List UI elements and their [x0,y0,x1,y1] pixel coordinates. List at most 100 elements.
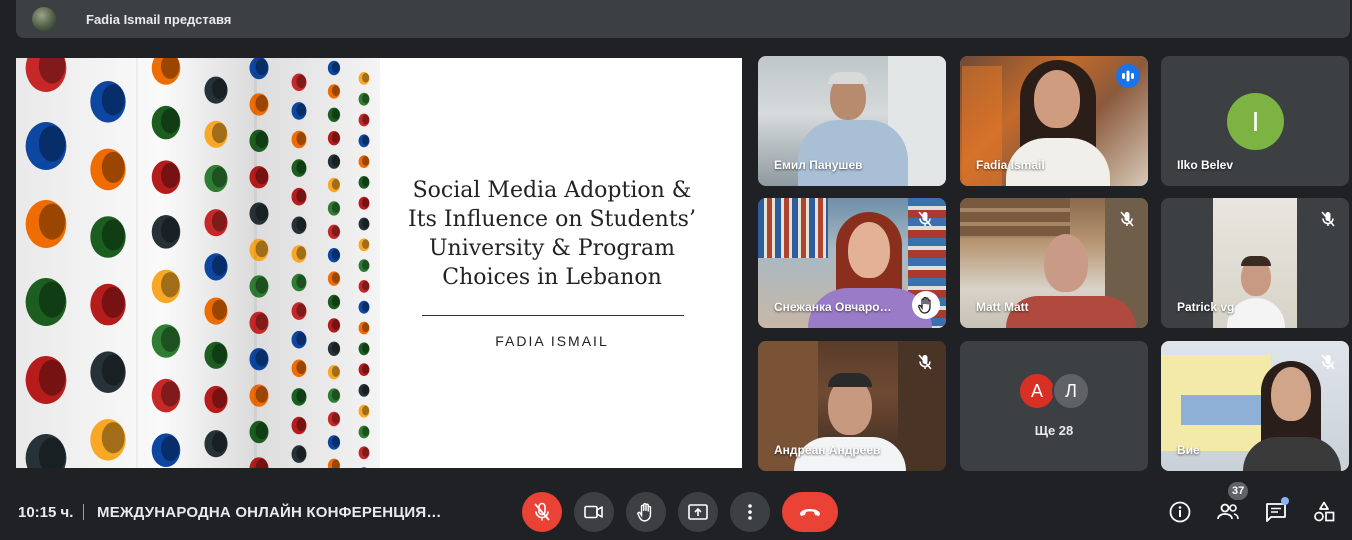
participant-tile[interactable]: I Ilko Belev [1161,56,1349,186]
pattern-hole-shadow [296,389,307,403]
more-participants-count: Ще 28 [1034,423,1074,438]
meeting-controls-bar: 10:15 ч. МЕЖДУНАРОДНА ОНЛАЙН КОНФЕРЕНЦИЯ… [0,482,1352,540]
pattern-hole-shadow [362,405,370,416]
participant-tile-active-speaker[interactable]: Fadia Ismail [960,56,1148,186]
pattern-hole-shadow [255,58,268,76]
camera-icon [584,505,603,519]
pattern-hole-shadow [255,167,268,185]
present-screen-button[interactable] [678,492,718,532]
leave-call-button[interactable] [782,492,838,532]
participant-tile[interactable]: Андреан Андреев [758,341,946,471]
camera-toggle-button[interactable] [574,492,614,532]
pattern-hole-shadow [211,387,227,409]
pattern-hole-shadow [255,276,268,294]
pattern-hole-shadow [211,299,227,320]
pattern-hole-shadow [331,202,340,214]
slide-pattern-image [16,58,380,468]
presenting-text: Fadia Ismail представя [86,11,232,27]
pattern-hole-shadow [255,204,268,221]
pattern-hole-shadow [160,326,180,352]
raise-hand-button[interactable] [626,492,666,532]
colored-holes-pattern [25,58,370,468]
people-button[interactable] [1212,496,1244,528]
pattern-hole-shadow [255,386,268,403]
pattern-hole-shadow [296,103,307,117]
people-count-badge: 37 [1228,482,1249,500]
pattern-hole-shadow [211,255,227,276]
participant-tile[interactable]: Matt Matt [960,198,1148,328]
pattern-hole-shadow [255,349,268,367]
more-participants-tile[interactable]: А Л Ще 28 [960,341,1148,471]
info-icon [1169,501,1191,523]
pattern-hole-shadow [362,72,370,83]
pattern-hole-shadow [331,132,340,143]
pattern-hole-shadow [362,197,370,208]
participant-name: Fadia Ismail [976,158,1045,172]
hang-up-icon [800,509,820,516]
divider [83,504,84,520]
shared-presentation[interactable]: Social Media Adoption & Its Influence on… [16,58,742,468]
participant-name: Андреан Андреев [774,443,881,457]
pattern-hole-shadow [331,412,340,424]
pattern-hole-shadow [296,446,307,460]
activities-button[interactable] [1308,496,1340,528]
pattern-hole-shadow [101,219,125,251]
presenter-avatar [32,7,56,31]
pattern-hole-shadow [296,189,307,203]
activities-icon [1314,501,1335,522]
pattern-hole-shadow [331,366,340,377]
participant-tile[interactable]: Снежанка Овчаро… [758,198,946,328]
people-icon [1217,503,1239,520]
participant-avatar: I [1227,93,1284,150]
participant-tile[interactable]: Patrick vg [1161,198,1349,328]
pattern-hole-shadow [362,301,370,312]
hand-icon [637,502,652,522]
pattern-hole-shadow [362,426,370,437]
pattern-hole-shadow [160,162,180,189]
avatar-initial: Л [1065,380,1077,401]
pattern-hole-shadow [38,125,66,162]
pattern-hole-shadow [362,135,370,145]
pattern-hole-shadow [331,61,340,73]
muted-mic-icon [1116,208,1138,230]
pattern-hole-shadow [296,303,307,317]
pattern-hole-shadow [362,176,370,187]
pattern-hole-shadow [362,93,370,104]
slide-text-panel: Social Media Adoption & Its Influence on… [380,58,742,468]
pattern-hole-shadow [211,343,227,365]
participant-tile[interactable]: Емил Панушев [758,56,946,186]
pattern-hole-shadow [160,435,180,462]
chat-icon [1266,503,1286,522]
avatar-initial: А [1030,380,1043,401]
pattern-hole-shadow [101,151,125,183]
pattern-hole-shadow [101,422,125,454]
pattern-hole-shadow [211,166,227,188]
more-vert-icon [748,504,752,520]
pattern-hole-shadow [362,156,370,166]
pattern-hole-shadow [362,343,370,353]
avatar-initial: I [1251,105,1260,137]
microphone-toggle-button[interactable] [522,492,562,532]
pattern-hole-shadow [362,218,370,229]
meeting-details-button[interactable] [1164,496,1196,528]
pattern-hole-shadow [331,178,340,190]
pattern-hole-shadow [331,225,340,237]
pattern-hole-shadow [296,418,307,432]
pattern-hole-shadow [296,132,307,146]
pattern-hole-shadow [362,260,370,270]
slide-title: Social Media Adoption & Its Influence on… [408,178,696,290]
pattern-hole [361,467,367,468]
pattern-hole-shadow [331,436,340,448]
pattern-hole-shadow [255,131,268,149]
chat-notification-dot [1281,497,1289,505]
mic-off-icon [534,502,550,521]
pattern-hole-shadow [362,114,370,125]
meeting-clock: 10:15 ч. [18,504,74,521]
self-view-tile[interactable]: Вие [1161,341,1349,471]
participant-name: Емил Панушев [774,158,863,172]
meeting-title: МЕЖДУНАРОДНА ОНЛАЙН КОНФЕРЕНЦИЯ… [97,504,442,521]
pattern-hole-shadow [362,322,370,333]
more-options-button[interactable] [730,492,770,532]
pattern-hole-shadow [38,281,66,318]
participant-name: Ilko Belev [1177,158,1234,172]
